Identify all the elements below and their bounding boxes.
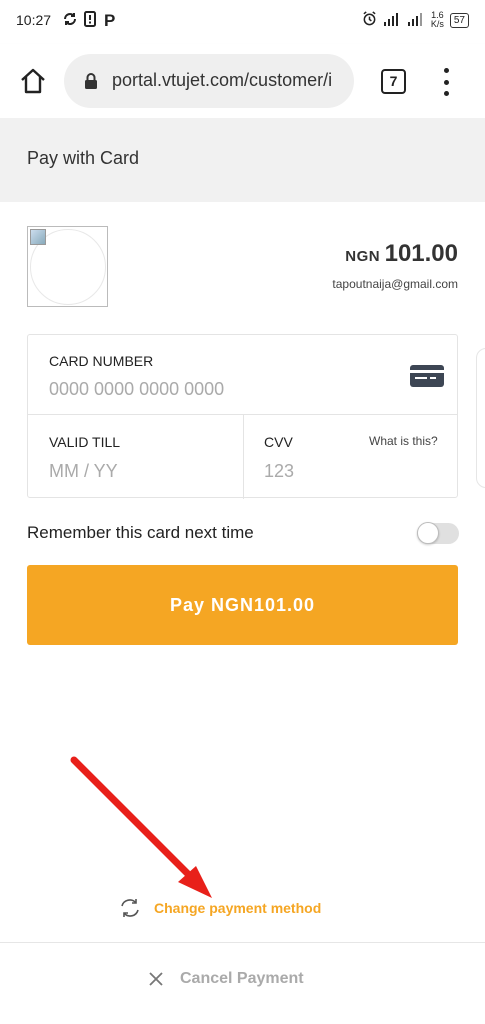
red-arrow-annotation	[70, 756, 212, 898]
change-payment-label: Change payment method	[154, 900, 322, 916]
status-bar: 10:27 P 1.6 K/s 57	[0, 0, 485, 44]
browser-toolbar: portal.vtujet.com/customer/i 7	[0, 44, 485, 118]
card-number-row: CARD NUMBER	[28, 335, 457, 415]
change-payment-method-link[interactable]: Change payment method	[118, 897, 321, 919]
remember-card-label: Remember this card next time	[27, 523, 254, 542]
cvv-help-link[interactable]: What is this?	[369, 434, 438, 448]
toggle-knob	[417, 522, 439, 544]
payment-amount: NGN 101.00	[345, 240, 458, 268]
more-icon	[443, 68, 449, 73]
page-title: Pay with Card	[27, 148, 140, 168]
battery-indicator: 57	[449, 12, 469, 28]
page-header: Pay with Card	[0, 118, 485, 202]
address-bar[interactable]: portal.vtujet.com/customer/i	[64, 54, 354, 108]
cvv-input[interactable]	[264, 459, 414, 483]
signal-icon	[407, 12, 425, 29]
lock-icon	[85, 73, 97, 89]
expiry-input[interactable]	[49, 459, 229, 483]
home-button[interactable]	[18, 66, 48, 96]
browser-menu-button[interactable]	[440, 68, 452, 96]
close-icon	[149, 972, 163, 986]
status-time: 10:27	[16, 12, 52, 28]
amount-value: 101.00	[384, 240, 458, 267]
sim-icon	[84, 11, 96, 31]
valid-till-label: VALID TILL	[49, 434, 121, 450]
home-icon	[21, 68, 45, 94]
amount-currency: NGN	[345, 248, 381, 265]
url-text: portal.vtujet.com/customer/i	[112, 70, 333, 90]
cancel-payment-label: Cancel Payment	[180, 970, 304, 987]
merchant-logo	[27, 226, 108, 307]
card-number-input[interactable]	[49, 377, 389, 401]
cancel-payment-button[interactable]: Cancel Payment	[148, 970, 304, 988]
status-right: 1.6 K/s 57	[362, 11, 469, 29]
side-panel-edge	[476, 348, 485, 488]
alarm-icon	[362, 11, 377, 29]
credit-card-icon	[410, 365, 444, 387]
pay-button[interactable]: Pay NGN101.00	[27, 565, 458, 645]
sync-icon	[62, 11, 78, 31]
cvv-label: CVV	[264, 434, 293, 450]
refresh-icon	[121, 899, 139, 917]
card-number-label: CARD NUMBER	[49, 353, 154, 369]
remember-card-toggle[interactable]	[417, 522, 459, 544]
broken-image-icon	[30, 229, 46, 245]
card-form: CARD NUMBER VALID TILL CVV What is this?	[27, 334, 458, 499]
footer-divider	[0, 942, 485, 943]
field-divider	[243, 415, 244, 499]
signal-icon	[383, 12, 401, 29]
customer-email: tapoutnaija@gmail.com	[332, 277, 458, 291]
tab-switcher-button[interactable]: 7	[381, 69, 406, 94]
network-speed: 1.6 K/s	[430, 10, 444, 29]
p-app-icon: P	[104, 11, 116, 30]
